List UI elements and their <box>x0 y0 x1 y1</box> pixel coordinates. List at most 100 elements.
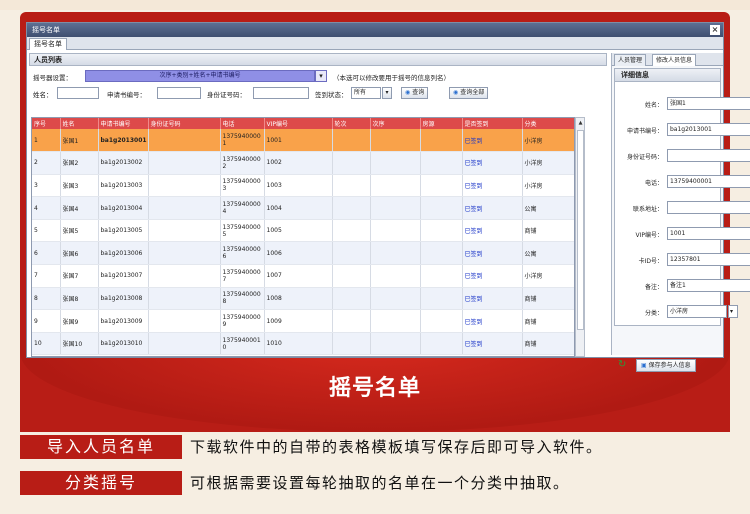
table-cell: 1375940000 1 <box>220 129 265 153</box>
table-cell: 1010 <box>264 332 333 356</box>
table-cell <box>148 332 221 356</box>
save-icon: ▣ <box>641 362 647 369</box>
detail-field-input[interactable]: 12357801 <box>667 253 750 266</box>
column-header[interactable]: 申请书编号 <box>98 118 149 129</box>
table-cell <box>420 241 463 266</box>
query-button-label: 查询 <box>412 89 425 96</box>
name-filter-input[interactable] <box>57 87 99 99</box>
table-cell: ba1g2013010 <box>98 332 149 356</box>
table-cell: 1375940000 5 <box>220 219 265 243</box>
detail-field-input[interactable] <box>667 149 750 162</box>
table-cell: 1002 <box>264 151 333 175</box>
table-row[interactable]: 2 张国2 ba1g2013002 1375940000 2 1002 已签到 小洋房 <box>32 151 574 175</box>
format-row: 摇号器设置： 次序+类别+姓名+申请书编号 ▾ （本选可以修改要用于摇号的信息列… <box>29 69 607 84</box>
table-cell <box>370 264 421 288</box>
table-scrollbar[interactable]: ▲ <box>575 117 585 357</box>
table-cell <box>420 219 463 243</box>
panel-title: 人员列表 <box>29 53 607 66</box>
table-cell <box>420 174 463 198</box>
column-header[interactable]: 身份证号码 <box>148 118 221 129</box>
table-row[interactable]: 7 张国7 ba1g2013007 1375940000 7 1007 已签到 小洋房 <box>32 264 574 288</box>
description-tag: 导入人员名单 <box>20 435 182 459</box>
table-cell: 3 <box>32 174 61 198</box>
table-cell: 9 <box>32 309 61 333</box>
table-cell: 已签到 <box>462 309 523 333</box>
close-icon[interactable]: × <box>710 25 720 35</box>
table-cell: 已签到 <box>462 287 523 311</box>
detail-field-label: 分类： <box>644 310 663 317</box>
table-row[interactable]: 3 张国3 ba1g2013003 1375940000 3 1003 已签到 小洋房 <box>32 174 574 198</box>
table-cell <box>370 219 421 243</box>
query-button[interactable]: ◉ 查询 <box>401 87 429 99</box>
table-cell: 5 <box>32 219 61 243</box>
table-cell <box>370 241 421 266</box>
column-header[interactable]: 次序 <box>370 118 421 129</box>
tab-roster[interactable]: 摇号名单 <box>29 38 67 50</box>
detail-field-input[interactable] <box>667 201 750 214</box>
tab-edit-person[interactable]: 修改人员信息 <box>652 54 697 66</box>
column-header[interactable]: VIP编号 <box>264 118 333 129</box>
table-cell: 1005 <box>264 219 333 243</box>
scroll-up-icon[interactable]: ▲ <box>577 119 584 128</box>
detail-field-input[interactable]: 张国1 <box>667 97 750 110</box>
sign-status-select[interactable]: 所有 <box>351 87 381 99</box>
column-header[interactable]: 姓名 <box>60 118 99 129</box>
table-row[interactable]: 4 张国4 ba1g2013004 1375940000 4 1004 已签到 公寓 <box>32 196 574 220</box>
scroll-thumb[interactable] <box>577 130 584 330</box>
table-cell: ba1g2013007 <box>98 264 149 288</box>
detail-field-input[interactable]: 13759400001 <box>667 175 750 188</box>
detail-field: 申请书编号： ba1g2013001 <box>615 122 750 138</box>
table-cell: 1006 <box>264 241 333 266</box>
detail-field-label: 身份证号码： <box>626 154 663 161</box>
table-cell: 张国2 <box>60 151 99 175</box>
table-row[interactable]: 1 张国1 ba1g2013001 1375940000 1 1001 已签到 小洋房 <box>32 129 574 153</box>
chevron-down-icon[interactable]: ▾ <box>728 305 738 318</box>
table-cell: 1375940000 3 <box>220 174 265 198</box>
column-header[interactable]: 电话 <box>220 118 265 129</box>
table-cell: 商铺 <box>522 332 574 356</box>
column-header[interactable]: 分类 <box>522 118 574 129</box>
table-cell: 张国5 <box>60 219 99 243</box>
table-cell: 1375940000 9 <box>220 309 265 333</box>
table-row[interactable]: 10 张国10 ba1g2013010 1375940001 0 1010 已签到 商铺 <box>32 332 574 356</box>
chevron-down-icon[interactable]: ▾ <box>382 87 392 99</box>
table-row[interactable]: 6 张国6 ba1g2013006 1375940000 6 1006 已签到 公寓 <box>32 241 574 266</box>
id-no-filter-input[interactable] <box>253 87 309 99</box>
table-cell <box>370 287 421 311</box>
chevron-down-icon[interactable]: ▾ <box>315 70 327 82</box>
table-row[interactable]: 8 张国8 ba1g2013008 1375940000 8 1008 已签到 商铺 <box>32 287 574 311</box>
column-header[interactable]: 轮次 <box>332 118 371 129</box>
column-header[interactable]: 房源 <box>420 118 463 129</box>
tab-person-manage[interactable]: 人员管理 <box>614 54 647 66</box>
table-cell: 公寓 <box>522 241 574 266</box>
table-cell <box>332 219 371 243</box>
detail-field-input[interactable]: 1001 <box>667 227 750 240</box>
table-cell: 已签到 <box>462 129 523 153</box>
table-cell: 已签到 <box>462 332 523 356</box>
detail-field: 备注： 备注1 <box>615 278 750 294</box>
app-no-filter-input[interactable] <box>157 87 201 99</box>
format-select[interactable]: 次序+类别+姓名+申请书编号 <box>85 70 315 82</box>
detail-field-input[interactable]: ba1g2013001 <box>667 123 750 136</box>
column-header[interactable]: 序号 <box>32 118 61 129</box>
table-cell: 1375940000 6 <box>220 241 265 266</box>
table-cell: 1375940000 4 <box>220 196 265 220</box>
table-cell: 1004 <box>264 196 333 220</box>
query-all-button[interactable]: ◉ 查询全部 <box>449 87 489 99</box>
detail-field-label: 备注： <box>644 284 663 291</box>
table-header: 序号 姓名 申请书编号 身份证号码 电话 VIP编号 轮次 次序 房源 是否签到 分类 <box>32 118 574 129</box>
table-cell: 1007 <box>264 264 333 288</box>
table-cell <box>420 332 463 356</box>
table-cell <box>332 264 371 288</box>
detail-field: 分类： 小洋房 ▾ <box>615 304 738 320</box>
table-cell: 1 <box>32 129 61 153</box>
detail-field-input[interactable]: 备注1 <box>667 279 750 292</box>
name-filter-label: 姓名： <box>33 91 53 99</box>
table-cell: ba1g2013002 <box>98 151 149 175</box>
detail-field-input[interactable]: 小洋房 <box>667 305 727 318</box>
table-cell <box>420 196 463 220</box>
column-header[interactable]: 是否签到 <box>462 118 523 129</box>
table-cell <box>148 219 221 243</box>
table-row[interactable]: 5 张国5 ba1g2013005 1375940000 5 1005 已签到 商铺 <box>32 219 574 243</box>
table-row[interactable]: 9 张国9 ba1g2013009 1375940000 9 1009 已签到 商铺 <box>32 309 574 333</box>
